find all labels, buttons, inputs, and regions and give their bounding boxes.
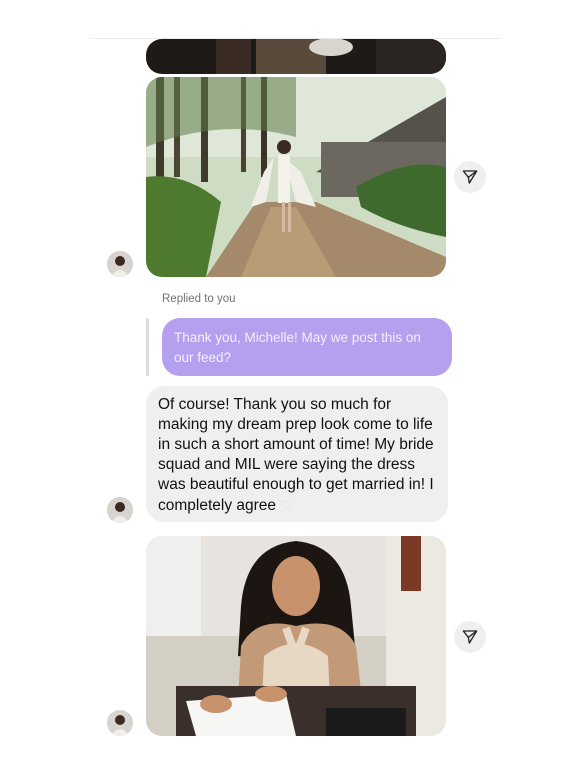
avatar[interactable]: [107, 497, 133, 523]
shared-photo-bride-forest[interactable]: [146, 77, 446, 277]
heart-emoji: ♡: [280, 497, 293, 513]
share-button[interactable]: [454, 161, 486, 193]
avatar[interactable]: [107, 251, 133, 277]
shared-photo-top[interactable]: [146, 39, 446, 74]
reply-message-text: Of course! Thank you so much for making …: [158, 396, 434, 514]
paper-plane-icon: [462, 170, 478, 184]
quoted-message-bubble[interactable]: Thank you, Michelle! May we post this on…: [162, 318, 452, 376]
replied-to-you-label: Replied to you: [162, 293, 236, 305]
reply-message-bubble[interactable]: Of course! Thank you so much for making …: [146, 386, 448, 522]
shared-photo-bride-writing[interactable]: [146, 536, 446, 736]
avatar[interactable]: [107, 710, 133, 736]
share-button[interactable]: [454, 621, 486, 653]
paper-plane-icon: [462, 630, 478, 644]
quote-bar: [146, 318, 149, 376]
